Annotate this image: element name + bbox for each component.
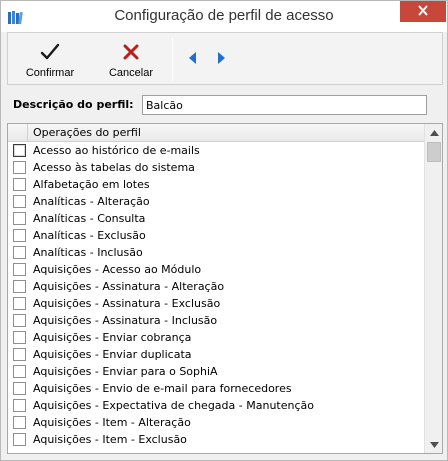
scroll-down-button[interactable] xyxy=(425,436,442,453)
arrow-right-icon xyxy=(217,51,225,67)
list-item[interactable]: Acesso ao histórico de e-mails xyxy=(8,142,424,159)
operation-checkbox[interactable] xyxy=(13,280,26,293)
next-button[interactable] xyxy=(214,51,228,67)
operation-label: Aquisições - Assinatura - Exclusão xyxy=(33,297,221,310)
arrow-left-icon xyxy=(189,51,197,67)
operation-checkbox[interactable] xyxy=(13,331,26,344)
list-item[interactable]: Aquisições - Enviar para o SophiA xyxy=(8,363,424,380)
operation-checkbox[interactable] xyxy=(13,144,26,157)
operation-label: Aquisições - Enviar para o SophiA xyxy=(33,365,218,378)
list-item[interactable]: Aquisições - Assinatura - Alteração xyxy=(8,278,424,295)
operation-label: Aquisições - Assinatura - Inclusão xyxy=(33,314,218,327)
list-item[interactable]: Aquisições - Assinatura - Inclusão xyxy=(8,312,424,329)
operations-list: Operações do perfil Acesso ao histórico … xyxy=(7,123,443,454)
description-input[interactable] xyxy=(142,95,427,115)
scroll-thumb[interactable] xyxy=(427,142,441,162)
list-item[interactable]: Aquisições - Expectativa de chegada - Ma… xyxy=(8,397,424,414)
list-item[interactable]: Analíticas - Consulta xyxy=(8,210,424,227)
list-item[interactable]: Aquisições - Acesso ao Módulo xyxy=(8,261,424,278)
operation-checkbox[interactable] xyxy=(13,178,26,191)
operation-label: Aquisições - Item - Alteração xyxy=(33,416,191,429)
operation-label: Aquisições - Item - Exclusão xyxy=(33,433,187,446)
operation-checkbox[interactable] xyxy=(13,246,26,259)
x-icon xyxy=(120,41,142,63)
chevron-up-icon xyxy=(429,126,439,139)
operation-label: Analíticas - Inclusão xyxy=(33,246,143,259)
confirm-label: Confirmar xyxy=(25,67,75,79)
checkmark-icon xyxy=(39,41,61,63)
operation-label: Analíticas - Consulta xyxy=(33,212,146,225)
operation-label: Aquisições - Envio de e-mail para fornec… xyxy=(33,382,292,395)
list-item[interactable]: Aquisições - Enviar duplicata xyxy=(8,346,424,363)
list-item[interactable]: Analíticas - Alteração xyxy=(8,193,424,210)
cancel-button[interactable]: Cancelar xyxy=(100,35,162,81)
operation-checkbox[interactable] xyxy=(13,212,26,225)
operation-label: Aquisições - Assinatura - Alteração xyxy=(33,280,225,293)
close-icon xyxy=(417,4,429,19)
operation-label: Aquisições - Enviar duplicata xyxy=(33,348,192,361)
list-item[interactable]: Analíticas - Inclusão xyxy=(8,244,424,261)
operation-checkbox[interactable] xyxy=(13,365,26,378)
chevron-down-icon xyxy=(429,438,439,451)
description-label: Descrição do perfil: xyxy=(13,98,134,111)
list-item[interactable]: Aquisições - Item - Alteração xyxy=(8,414,424,431)
list-item[interactable]: Aquisições - Assinatura - Exclusão xyxy=(8,295,424,312)
operation-label: Analíticas - Alteração xyxy=(33,195,150,208)
operation-checkbox[interactable] xyxy=(13,399,26,412)
list-header: Operações do perfil xyxy=(8,124,424,142)
operation-checkbox[interactable] xyxy=(13,314,26,327)
operation-checkbox[interactable] xyxy=(13,382,26,395)
operation-checkbox[interactable] xyxy=(13,297,26,310)
toolbar: Confirmar Cancelar xyxy=(7,32,443,85)
list-item[interactable]: Aquisições - Item - Exclusão xyxy=(8,431,424,448)
operation-label: Analíticas - Exclusão xyxy=(33,229,146,242)
operation-checkbox[interactable] xyxy=(13,229,26,242)
list-item[interactable]: Analíticas - Exclusão xyxy=(8,227,424,244)
header-check-column[interactable] xyxy=(8,124,28,141)
confirm-button[interactable]: Confirmar xyxy=(18,35,82,81)
column-header-operations[interactable]: Operações do perfil xyxy=(33,126,141,139)
window-title: Configuração de perfil de acesso xyxy=(114,7,334,24)
operation-checkbox[interactable] xyxy=(13,263,26,276)
vertical-scrollbar[interactable] xyxy=(424,124,442,453)
cancel-label: Cancelar xyxy=(108,67,154,79)
operation-label: Aquisições - Acesso ao Módulo xyxy=(33,263,202,276)
toolbar-separator xyxy=(172,37,173,81)
list-item[interactable]: Aquisições - Envio de e-mail para fornec… xyxy=(8,380,424,397)
operation-checkbox[interactable] xyxy=(13,416,26,429)
operation-label: Aquisições - Expectativa de chegada - Ma… xyxy=(33,399,314,412)
operation-checkbox[interactable] xyxy=(13,433,26,446)
operation-label: Acesso às tabelas do sistema xyxy=(33,161,195,174)
list-item[interactable]: Aquisições - Enviar cobrança xyxy=(8,329,424,346)
title-bar: Configuração de perfil de acesso xyxy=(1,1,447,32)
operation-checkbox[interactable] xyxy=(13,161,26,174)
operation-label: Acesso ao histórico de e-mails xyxy=(33,144,200,157)
operation-checkbox[interactable] xyxy=(13,195,26,208)
scroll-up-button[interactable] xyxy=(425,124,442,141)
profile-config-window: Configuração de perfil de acesso Confirm… xyxy=(0,0,448,461)
list-item[interactable]: Alfabetação em lotes xyxy=(8,176,424,193)
operation-label: Alfabetação em lotes xyxy=(33,178,150,191)
list-rows: Acesso ao histórico de e-mails Acesso às … xyxy=(8,142,424,448)
close-button[interactable] xyxy=(400,1,446,22)
operation-checkbox[interactable] xyxy=(13,348,26,361)
operation-label: Aquisições - Enviar cobrança xyxy=(33,331,192,344)
list-item[interactable]: Acesso às tabelas do sistema xyxy=(8,159,424,176)
previous-button[interactable] xyxy=(186,51,200,67)
